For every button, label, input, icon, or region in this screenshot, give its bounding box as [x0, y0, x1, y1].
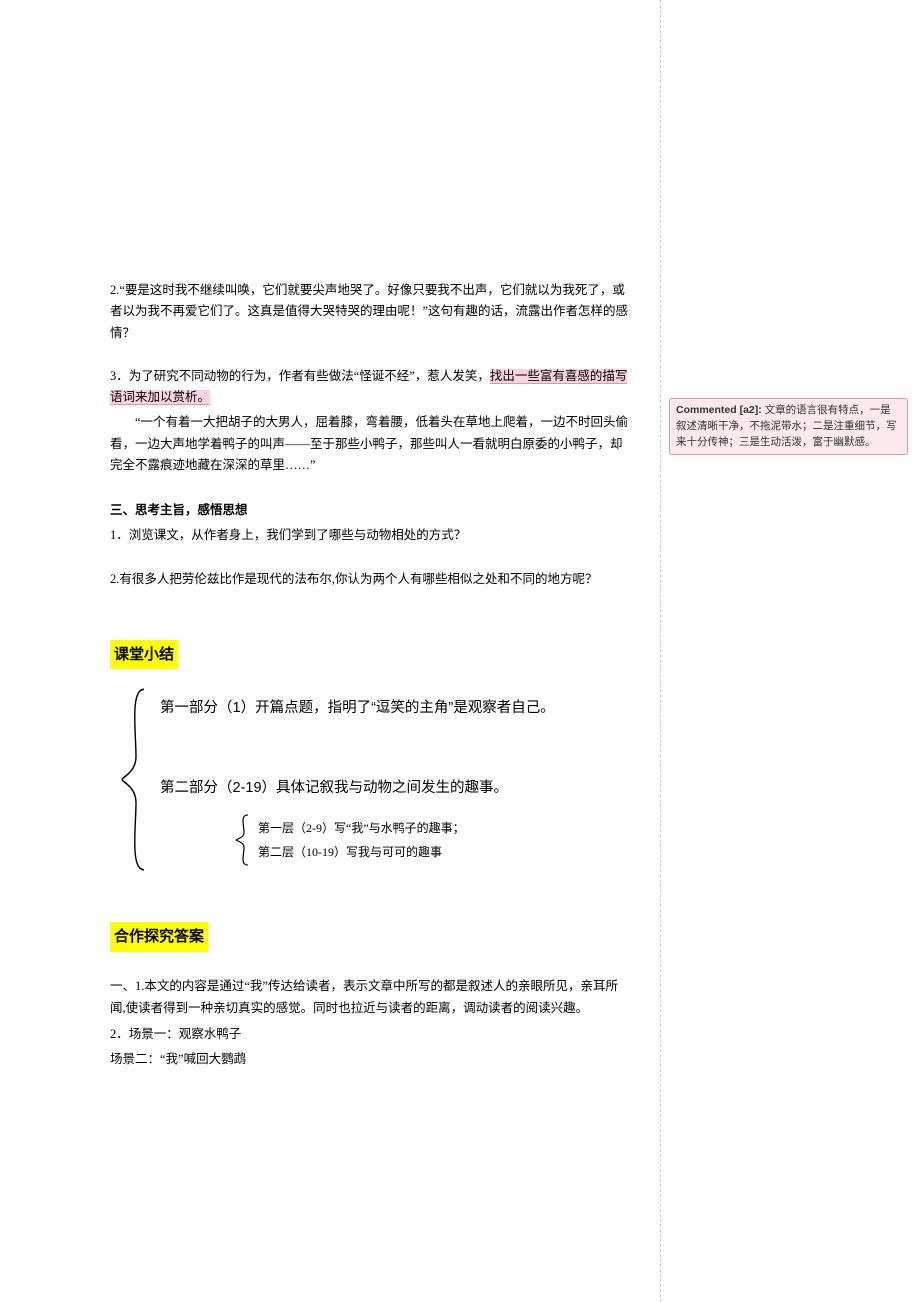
question-3: 3．为了研究不同动物的行为，作者有些做法“怪诞不经”，惹人发笑，找出一些富有喜感…: [110, 366, 630, 476]
outline-part1: 第一部分（1）开篇点题，指明了“逗笑的主角”是观察者自己。: [160, 695, 630, 723]
summary-heading: 课堂小结: [110, 640, 178, 670]
section-3-title: 三、思考主旨，感悟思想: [110, 500, 630, 521]
answer-1: 一、1.本文的内容是通过“我”传达给读者，表示文章中所写的都是叙述人的亲眼所见，…: [110, 976, 630, 1020]
brace-small-icon: [234, 814, 252, 866]
main-column: 2.“要是这时我不继续叫唤，它们就要尖声地哭了。好像只要我不出声，它们就以为我死…: [0, 0, 660, 1302]
question-3-quote: “一个有着一大把胡子的大男人，屈着膝，弯着腰，低着头在草地上爬着，一边不时回头偷…: [110, 412, 630, 476]
question-3-lead: 3．为了研究不同动物的行为，作者有些做法“怪诞不经”，惹人发笑，找出一些富有喜感…: [110, 366, 630, 409]
outline-part2: 第二部分（2-19）具体记叙我与动物之间发生的趣事。: [160, 775, 630, 803]
answer-2b: 场景二：“我”喊回大鹦鹉: [110, 1049, 630, 1071]
section-3-q2: 2.有很多人把劳伦兹比作是现代的法布尔,你认为两个人有哪些相似之处和不同的地方呢…: [110, 569, 630, 590]
section-3-q2-text: 2.有很多人把劳伦兹比作是现代的法布尔,你认为两个人有哪些相似之处和不同的地方呢…: [110, 569, 630, 590]
comment-a2-head: Commented [a2]:: [676, 404, 762, 416]
question-3-lead-text: 3．为了研究不同动物的行为，作者有些做法“怪诞不经”，惹人发笑，: [110, 369, 490, 383]
question-2-text: 2.“要是这时我不继续叫唤，它们就要尖声地哭了。好像只要我不出声，它们就以为我死…: [110, 280, 630, 344]
answer-2a: 2．场景一：观察水鸭子: [110, 1024, 630, 1046]
page: 2.“要是这时我不继续叫唤，它们就要尖声地哭了。好像只要我不出声，它们就以为我死…: [0, 0, 920, 1302]
section-3-q1-text: 1．浏览课文，从作者身上，我们学到了哪些与动物相处的方式？: [110, 525, 630, 546]
question-2: 2.“要是这时我不继续叫唤，它们就要尖声地哭了。好像只要我不出声，它们就以为我死…: [110, 280, 630, 344]
answers-heading: 合作探究答案: [110, 922, 208, 952]
comment-a2[interactable]: Commented [a2]: 文章的语言很有特点，一是叙述清晰干净，不拖泥带水…: [669, 398, 908, 455]
comments-column: Commented [a2]: 文章的语言很有特点，一是叙述清晰干净，不拖泥带水…: [660, 0, 920, 1302]
answers-block: 一、1.本文的内容是通过“我”传达给读者，表示文章中所写的都是叙述人的亲眼所见，…: [110, 976, 630, 1072]
sub-outline-lines: 第一层（2-9）写“我”与水鸭子的趣事； 第二层（10-19）写我与可可的趣事: [258, 816, 630, 864]
sub-outline-l1: 第一层（2-9）写“我”与水鸭子的趣事；: [258, 816, 630, 840]
sub-outline: 第一层（2-9）写“我”与水鸭子的趣事； 第二层（10-19）写我与可可的趣事: [236, 816, 630, 864]
outline: 第一部分（1）开篇点题，指明了“逗笑的主角”是观察者自己。 第二部分（2-19）…: [124, 695, 630, 864]
outline-items: 第一部分（1）开篇点题，指明了“逗笑的主角”是观察者自己。 第二部分（2-19）…: [160, 695, 630, 864]
brace-icon: [120, 687, 150, 872]
section-3-q1: 1．浏览课文，从作者身上，我们学到了哪些与动物相处的方式？: [110, 525, 630, 546]
sub-outline-l2: 第二层（10-19）写我与可可的趣事: [258, 840, 630, 864]
